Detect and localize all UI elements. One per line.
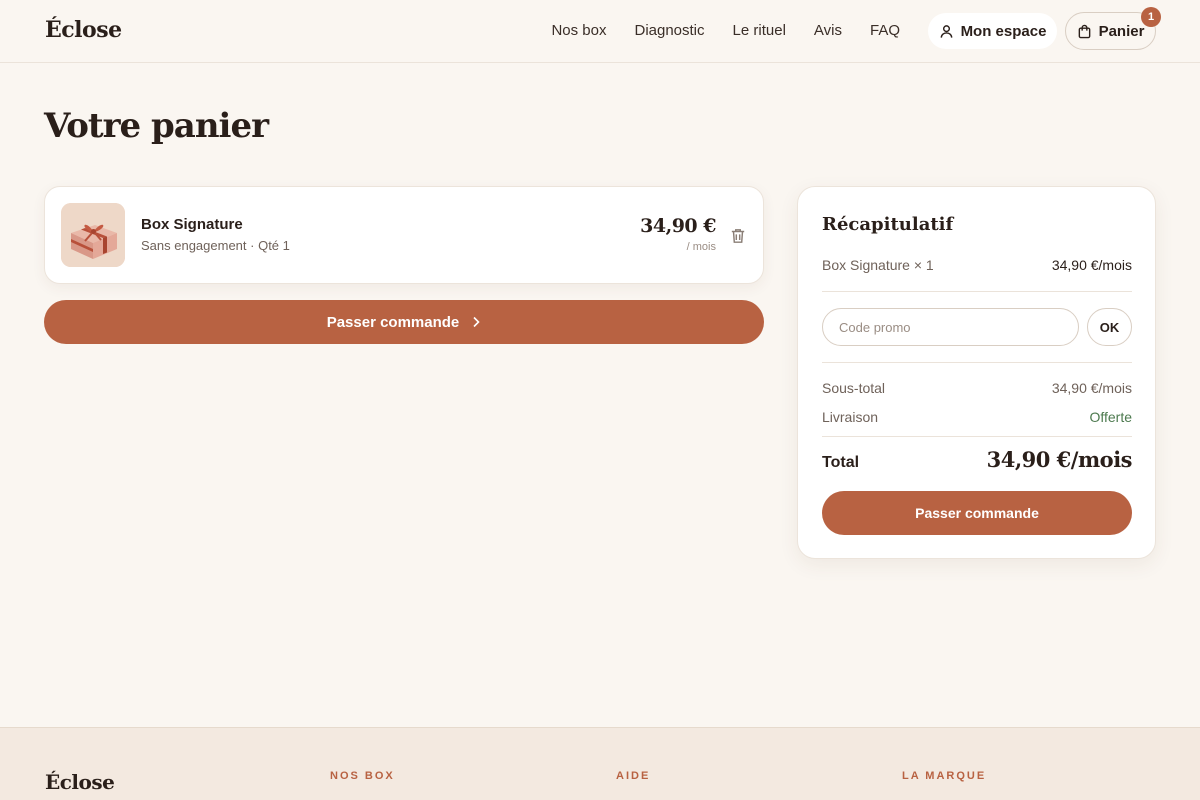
shipping-value: Offerte [1089,409,1132,425]
nav-item-nos-box[interactable]: Nos box [551,22,606,39]
total-row: Total 34,90 €/mois [822,447,1133,472]
main-nav: Nos box Diagnostic Le rituel Avis FAQ [551,22,900,39]
shipping-label: Livraison [822,409,879,425]
product-image [61,203,125,267]
product-price: 34,90 € [640,215,716,237]
divider [822,362,1132,363]
footer-heading-la-marque: LA MARQUE [902,770,987,782]
summary-line-label: Box Signature × 1 [822,257,934,273]
summary-line-item: Box Signature × 1 34,90 €/mois [822,257,1132,273]
footer-logo[interactable]: Éclose [45,770,115,794]
product-price-period: / mois [686,241,716,253]
product-details: Sans engagement · Qté 1 [141,238,290,253]
promo-apply-button[interactable]: OK [1087,308,1132,346]
order-summary: Récapitulatif Box Signature × 1 34,90 €/… [797,186,1156,559]
product-name: Box Signature [141,216,243,233]
nav-item-le-rituel[interactable]: Le rituel [733,22,786,39]
divider [822,291,1132,292]
footer-heading-aide: AIDE [616,770,651,782]
user-icon [940,24,952,38]
shopping-bag-icon [1078,24,1090,38]
checkout-button-label: Passer commande [326,313,460,331]
account-label: Mon espace [960,22,1047,40]
cart-count-badge: 1 [1141,7,1161,27]
cart-label: Panier [1098,22,1145,40]
summary-title: Récapitulatif [822,214,954,235]
page-title: Votre panier [44,106,269,146]
nav-item-avis[interactable]: Avis [814,22,842,39]
total-label: Total [822,454,860,471]
chevron-right-icon [473,316,480,328]
site-footer: Éclose NOS BOX AIDE LA MARQUE [0,727,1200,800]
nav-item-faq[interactable]: FAQ [870,22,900,39]
footer-heading-nos-box: NOS BOX [330,770,395,782]
trash-icon[interactable] [729,227,747,245]
gift-box-image [61,203,125,267]
subtotal-value: 34,90 €/mois [1051,380,1132,396]
checkout-button[interactable]: Passer commande [44,300,764,344]
subtotal-row: Sous-total 34,90 €/mois [822,380,1132,396]
cart-item: Box Signature Sans engagement · Qté 1 34… [44,186,764,284]
summary-checkout-button[interactable]: Passer commande [822,491,1132,535]
brand-logo[interactable]: Éclose [45,17,122,43]
nav-item-diagnostic[interactable]: Diagnostic [634,22,704,39]
subtotal-label: Sous-total [822,380,886,396]
total-value: 34,90 €/mois [986,447,1133,472]
summary-line-value: 34,90 €/mois [1051,257,1132,273]
shipping-row: Livraison Offerte [822,409,1132,425]
divider [822,436,1132,437]
promo-code-input[interactable] [822,308,1079,346]
site-header: Éclose Nos box Diagnostic Le rituel Avis… [0,0,1200,63]
account-button[interactable]: Mon espace [928,13,1057,49]
